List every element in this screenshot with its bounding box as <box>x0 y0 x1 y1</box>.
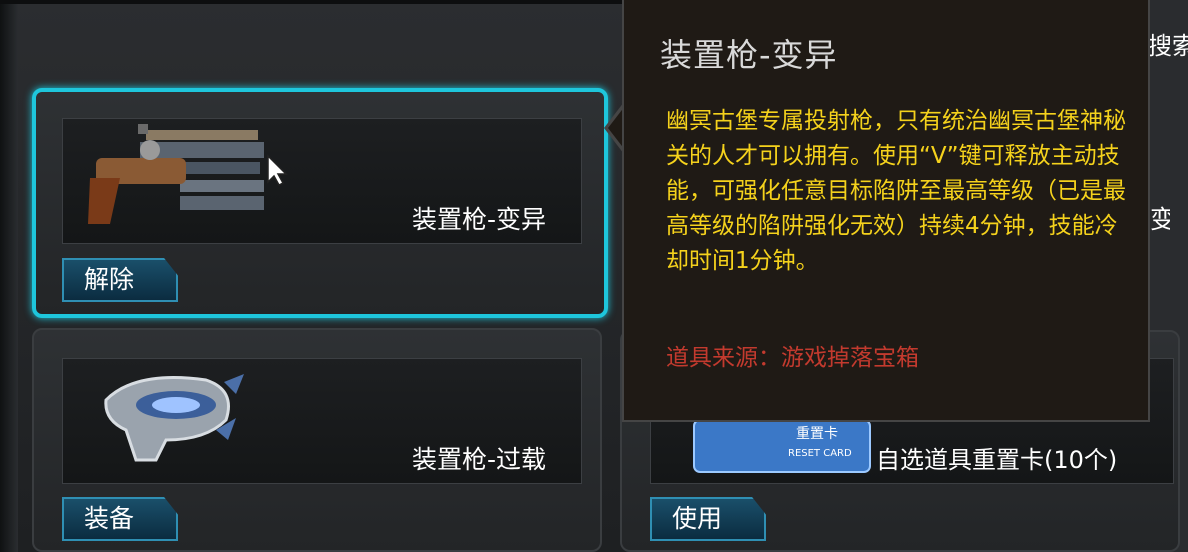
gun-overload-icon <box>96 360 256 470</box>
reset-card-text: RESET CARD <box>788 448 852 459</box>
mouse-cursor-icon <box>266 154 288 190</box>
use-button[interactable]: 使用 <box>650 497 766 541</box>
item-name: 装置枪-过载 <box>412 445 547 474</box>
item-name: 自选道具重置卡(10个) <box>876 446 1118 474</box>
partial-item-name: 变 <box>1150 205 1170 234</box>
reset-card-icon: 重置卡 RESET CARD <box>692 418 872 474</box>
unequip-button[interactable]: 解除 <box>62 258 178 302</box>
search-button[interactable]: 搜索 <box>1148 26 1188 61</box>
left-edge-strip <box>0 0 18 552</box>
item-tooltip: 装置枪-变异 幽冥古堡专属投射枪，只有统治幽冥古堡神秘关的人才可以拥有。使用“V… <box>622 0 1150 422</box>
tooltip-title: 装置枪-变异 <box>660 36 838 74</box>
tooltip-source: 道具来源：游戏掉落宝箱 <box>666 345 919 371</box>
item-name: 装置枪-变异 <box>412 205 547 234</box>
tooltip-description: 幽冥古堡专属投射枪，只有统治幽冥古堡神秘关的人才可以拥有。使用“V”键可释放主动… <box>666 108 1126 274</box>
gun-mutation-icon <box>80 120 270 230</box>
reset-card-title: 重置卡 <box>796 426 838 442</box>
equip-button[interactable]: 装备 <box>62 497 178 541</box>
